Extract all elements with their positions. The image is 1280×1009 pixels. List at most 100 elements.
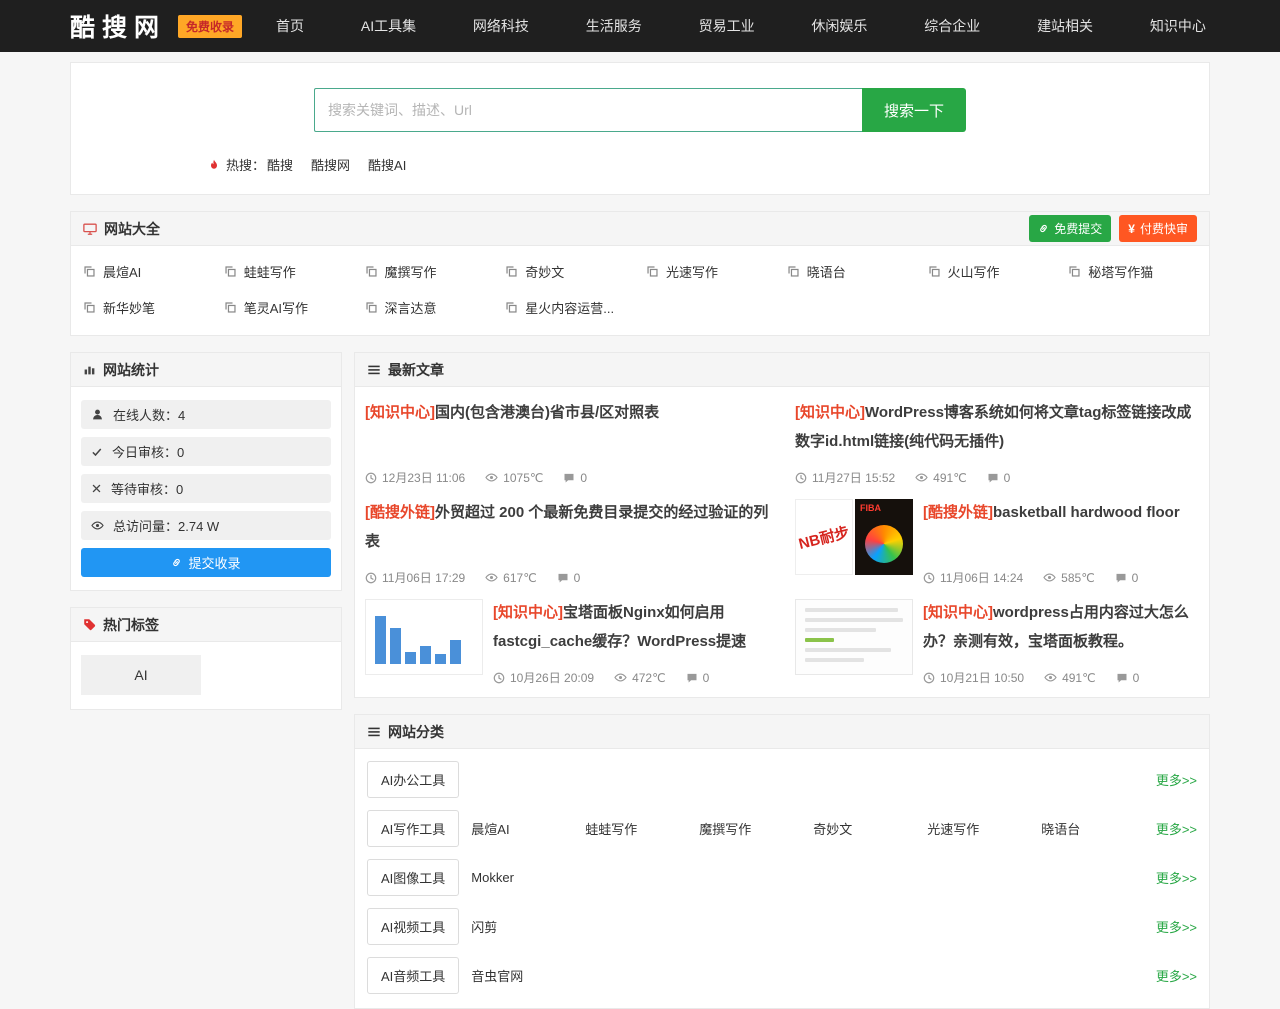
article-item[interactable]: [知识中心]wordpress占用内容过大怎么办？亲测有效，宝塔面板教程。 10…: [795, 599, 1199, 691]
category-row: AI图像工具 Mokker 更多>>: [357, 853, 1207, 902]
article-views: 491℃: [915, 471, 967, 485]
nav-item-leisure[interactable]: 休闲娱乐: [811, 16, 867, 36]
site-link[interactable]: 晨煊AI: [77, 253, 218, 289]
article-item[interactable]: [知识中心]国内(包含港澳台)省市县/区对照表 12月23日 11:06 107…: [365, 399, 769, 491]
nav-item-home[interactable]: 首页: [276, 16, 304, 36]
category-more-link[interactable]: 更多>>: [1156, 770, 1197, 789]
site-link[interactable]: 蛙蛙写作: [218, 253, 359, 289]
article-item[interactable]: NB耐步 FIBA [酷搜外链]basketball hardwood floo…: [795, 499, 1199, 591]
site-stats-section: 网站统计 在线人数：4 今日审核：0 等待审核：0: [70, 352, 342, 591]
hot-link[interactable]: 酷搜AI: [368, 155, 406, 174]
category-site-link[interactable]: 闪剪: [471, 917, 585, 936]
category-button-ai-video[interactable]: AI视频工具: [367, 908, 459, 945]
article-category[interactable]: [知识中心]: [923, 604, 993, 621]
category-button-ai-image[interactable]: AI图像工具: [367, 859, 459, 896]
site-directory-section: 网站大全 免费提交 ¥ 付费快审 晨煊AI 蛙蛙写作 魔撰写作 奇妙文 光速: [70, 211, 1210, 336]
category-more-link[interactable]: 更多>>: [1156, 819, 1197, 838]
category-site-link[interactable]: 蛙蛙写作: [585, 819, 699, 838]
article-views: 617℃: [485, 571, 537, 585]
site-link[interactable]: 魔撰写作: [359, 253, 500, 289]
article-item[interactable]: [知识中心]宝塔面板Nginx如何启用 fastcgi_cache缓存？Word…: [365, 599, 769, 691]
article-title[interactable]: [知识中心]宝塔面板Nginx如何启用 fastcgi_cache缓存？Word…: [493, 599, 769, 656]
paid-review-button[interactable]: ¥ 付费快审: [1119, 215, 1197, 242]
article-views: 472℃: [614, 671, 666, 685]
article-title[interactable]: [酷搜外链]basketball hardwood floor: [923, 499, 1199, 528]
category-site-link[interactable]: 光速写作: [927, 819, 1041, 838]
submit-include-button[interactable]: 提交收录: [81, 548, 331, 577]
article-title[interactable]: [酷搜外链]外贸超过 200 个最新免费目录提交的经过验证的列表: [365, 499, 769, 556]
search-button[interactable]: 搜索一下: [862, 88, 966, 132]
category-site-link[interactable]: Mokker: [471, 870, 585, 885]
article-meta: 12月23日 11:06 1075℃ 0: [365, 469, 769, 486]
site-link[interactable]: 光速写作: [640, 253, 781, 289]
site-link[interactable]: 深言达意: [359, 289, 500, 325]
cross-icon: [91, 483, 102, 494]
category-site-link[interactable]: 奇妙文: [813, 819, 927, 838]
article-item[interactable]: [酷搜外链]外贸超过 200 个最新免费目录提交的经过验证的列表 11月06日 …: [365, 499, 769, 591]
category-button-ai-writing[interactable]: AI写作工具: [367, 810, 459, 847]
article-category[interactable]: [知识中心]: [365, 404, 435, 421]
nav-item-enterprise[interactable]: 综合企业: [924, 16, 980, 36]
site-link[interactable]: 新华妙笔: [77, 289, 218, 325]
article-category[interactable]: [知识中心]: [493, 604, 563, 621]
check-icon: [91, 446, 103, 458]
article-thumbnails: NB耐步 FIBA: [795, 499, 913, 591]
site-link[interactable]: 星火内容运营...: [499, 289, 640, 325]
hot-tags-header: 热门标签: [71, 608, 341, 642]
article-thumbnail: [365, 599, 483, 675]
article-title[interactable]: [知识中心]国内(包含港澳台)省市县/区对照表: [365, 399, 769, 428]
category-site-link[interactable]: 晨煊AI: [471, 819, 585, 838]
hot-tags-section: 热门标签 AI: [70, 607, 342, 710]
article-date: 11月27日 15:52: [795, 469, 895, 486]
article-views: 491℃: [1044, 671, 1096, 685]
article-comments: 0: [563, 471, 587, 485]
article-title[interactable]: [知识中心]wordpress占用内容过大怎么办？亲测有效，宝塔面板教程。: [923, 599, 1199, 656]
hot-link[interactable]: 酷搜网: [311, 155, 350, 174]
category-site-link[interactable]: 魔撰写作: [699, 819, 813, 838]
latest-articles-section: 最新文章 [知识中心]国内(包含港澳台)省市县/区对照表 12月23日 11:0…: [354, 352, 1210, 698]
nav-item-life-services[interactable]: 生活服务: [586, 16, 642, 36]
hot-search-row: 热搜： 酷搜 酷搜网 酷搜AI: [208, 155, 1209, 174]
nav-item-network-tech[interactable]: 网络科技: [473, 16, 529, 36]
site-link[interactable]: 晓语台: [781, 253, 922, 289]
site-link[interactable]: 笔灵AI写作: [218, 289, 359, 325]
site-link[interactable]: 火山写作: [922, 253, 1063, 289]
eye-icon: [91, 519, 104, 532]
search-input[interactable]: [314, 88, 862, 132]
category-more-link[interactable]: 更多>>: [1156, 868, 1197, 887]
site-logo[interactable]: 酷搜网: [70, 8, 166, 44]
hot-link[interactable]: 酷搜: [267, 155, 293, 174]
top-navbar: 酷搜网 免费收录 首页 AI工具集 网络科技 生活服务 贸易工业 休闲娱乐 综合…: [0, 0, 1280, 52]
site-stats-header: 网站统计: [71, 353, 341, 387]
nav-item-knowledge[interactable]: 知识中心: [1150, 16, 1206, 36]
tag-ai[interactable]: AI: [81, 655, 201, 695]
article-category[interactable]: [酷搜外链]: [923, 504, 993, 521]
free-submit-button[interactable]: 免费提交: [1029, 215, 1111, 242]
category-site-link[interactable]: 晓语台: [1041, 819, 1155, 838]
nav-item-ai-tools[interactable]: AI工具集: [361, 16, 416, 36]
free-include-badge[interactable]: 免费收录: [178, 15, 242, 38]
category-site-link[interactable]: 音虫官网: [471, 966, 585, 985]
monitor-icon: [83, 222, 97, 236]
free-submit-label: 免费提交: [1054, 220, 1102, 237]
article-thumbnail: NB耐步: [795, 499, 853, 575]
article-date: 10月26日 20:09: [493, 669, 594, 686]
site-link[interactable]: 秘塔写作猫: [1062, 253, 1203, 289]
menu-icon: [367, 363, 381, 377]
article-comments: 0: [1116, 671, 1140, 685]
category-button-ai-audio[interactable]: AI音频工具: [367, 957, 459, 994]
article-item[interactable]: [知识中心]WordPress博客系统如何将文章tag标签链接改成数字id.ht…: [795, 399, 1199, 491]
category-button-ai-office[interactable]: AI办公工具: [367, 761, 459, 798]
site-link[interactable]: 奇妙文: [499, 253, 640, 289]
article-category[interactable]: [知识中心]: [795, 404, 865, 421]
nav-item-trade-industry[interactable]: 贸易工业: [699, 16, 755, 36]
article-title[interactable]: [知识中心]WordPress博客系统如何将文章tag标签链接改成数字id.ht…: [795, 399, 1199, 456]
category-more-link[interactable]: 更多>>: [1156, 917, 1197, 936]
stat-online-users: 在线人数：4: [81, 400, 331, 429]
yen-icon: ¥: [1128, 222, 1135, 236]
article-comments: 0: [1115, 571, 1139, 585]
article-thumbnail: FIBA: [855, 499, 913, 575]
article-category[interactable]: [酷搜外链]: [365, 504, 435, 521]
nav-item-site-building[interactable]: 建站相关: [1037, 16, 1093, 36]
category-more-link[interactable]: 更多>>: [1156, 966, 1197, 985]
